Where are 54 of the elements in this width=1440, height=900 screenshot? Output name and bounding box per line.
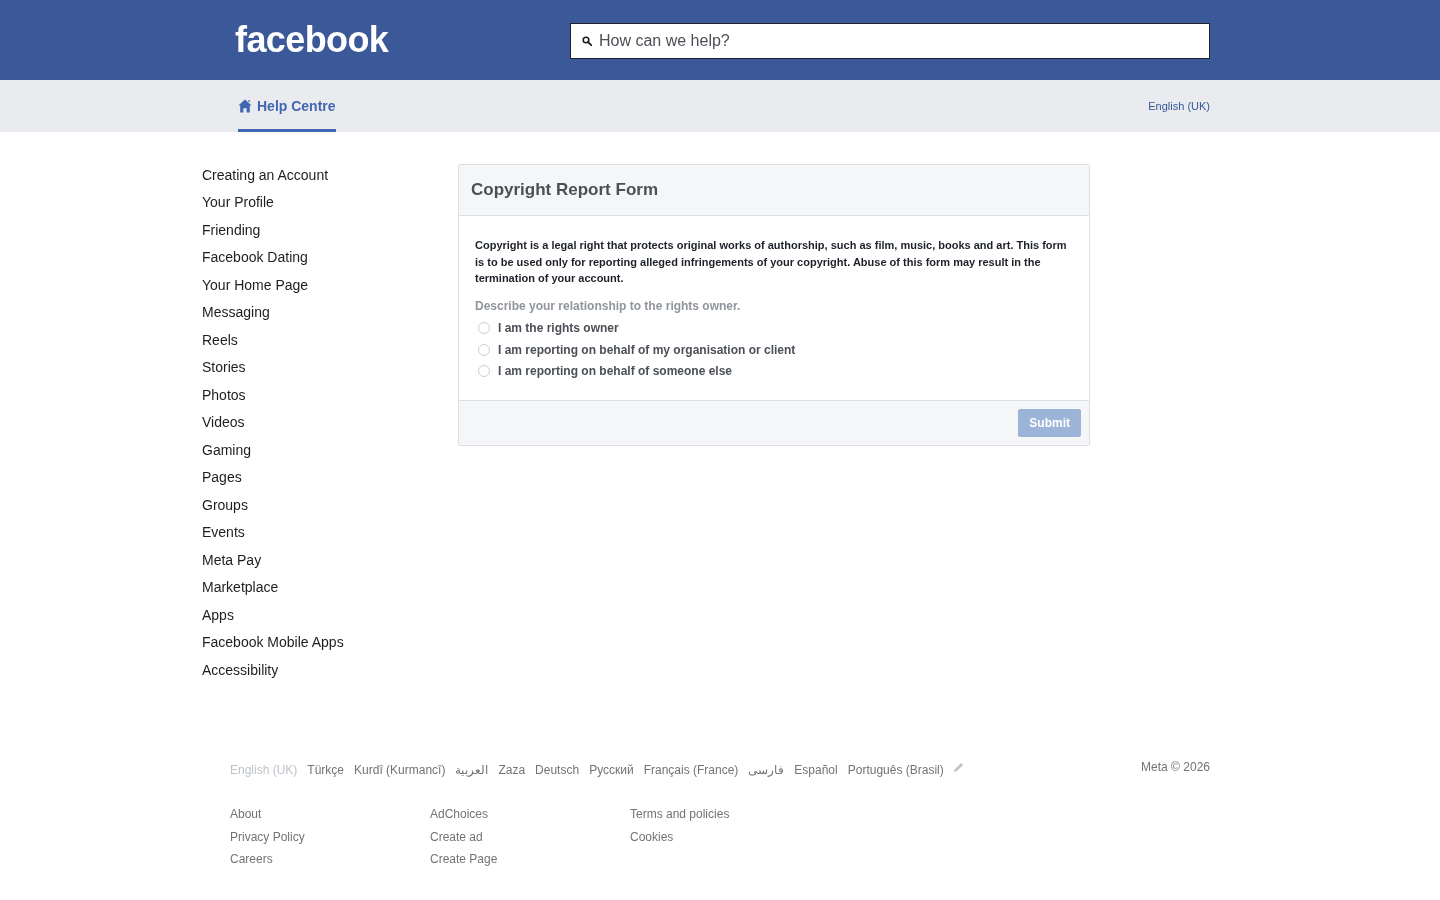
sidebar-item[interactable]: Apps — [202, 605, 234, 624]
language-link[interactable]: Русский — [589, 762, 634, 778]
sidebar-item[interactable]: Marketplace — [202, 578, 279, 597]
footer-link[interactable]: Create Page — [430, 851, 498, 867]
footer-link[interactable]: Create ad — [430, 828, 483, 845]
search-field[interactable]: How can we help? — [570, 23, 1210, 59]
footer-link[interactable]: Terms and policies — [630, 806, 730, 822]
sidebar-item[interactable]: Facebook Dating — [202, 248, 308, 267]
sidebar-item[interactable]: Photos — [202, 385, 246, 404]
house-icon — [238, 99, 252, 113]
intro-paragraph: Copyright is a legal right that protects original works of authorship, such as film, music, books and art. This form is to be used only for reporting alleged infringements of your copyright. Abuse of this form may result in the termination of your account. — [475, 238, 1068, 286]
radio-button[interactable] — [478, 343, 490, 356]
sidebar-item[interactable]: Your Home Page — [202, 275, 309, 294]
footer-link[interactable]: Careers — [230, 851, 273, 867]
language-link[interactable]: Français (France) — [643, 762, 739, 778]
sidebar-item[interactable]: Friending — [202, 220, 261, 239]
pencil-icon[interactable] — [953, 763, 963, 772]
footer-link[interactable]: Cookies — [630, 828, 674, 845]
language-link[interactable]: English (UK) — [1148, 100, 1210, 112]
sidebar-item[interactable]: Meta Pay — [202, 550, 262, 569]
copyright-text: Meta © 2026 — [1141, 759, 1210, 775]
sidebar-item[interactable]: Messaging — [202, 303, 270, 322]
sidebar-item[interactable]: Groups — [202, 495, 248, 514]
sidebar-item[interactable]: Events — [202, 523, 245, 542]
language-link[interactable]: Türkçe — [307, 762, 345, 778]
search-icon — [582, 36, 592, 46]
language-link[interactable]: فارسی — [748, 762, 785, 778]
help-centre-tab[interactable]: Help Centre — [238, 80, 336, 132]
language-link[interactable]: Español — [794, 762, 838, 778]
sidebar-item[interactable]: Videos — [202, 413, 245, 432]
radio-button[interactable] — [478, 322, 490, 335]
sidebar-item[interactable]: Facebook Mobile Apps — [202, 633, 344, 652]
language-link[interactable]: Zaza — [498, 762, 526, 778]
footer-link[interactable]: About — [230, 806, 262, 822]
language-link[interactable]: العربية — [455, 762, 489, 778]
language-link[interactable]: Português (Brasil) — [847, 762, 944, 778]
logo[interactable]: facebook — [235, 20, 389, 60]
option-label[interactable]: I am reporting on behalf of my organisation or client — [498, 341, 796, 358]
radio-button[interactable] — [478, 365, 490, 378]
sidebar-item[interactable]: Pages — [202, 468, 242, 487]
language-link[interactable]: Kurdî (Kurmancî) — [354, 762, 446, 778]
sidebar-item[interactable]: Gaming — [202, 440, 252, 459]
sidebar-item[interactable]: Your Profile — [202, 193, 274, 212]
footer-link[interactable]: Privacy Policy — [230, 828, 305, 845]
sidebar-item[interactable]: Reels — [202, 330, 238, 349]
footer-link[interactable]: AdChoices — [430, 806, 489, 822]
question-label: Describe your relationship to the rights owner. — [475, 297, 742, 314]
language-link[interactable]: Deutsch — [535, 762, 580, 778]
form-title: Copyright Report Form — [471, 180, 658, 200]
sidebar-item[interactable]: Accessibility — [202, 660, 279, 679]
option-label[interactable]: I am reporting on behalf of someone else — [498, 363, 733, 380]
option-label[interactable]: I am the rights owner — [498, 320, 619, 337]
sidebar-item[interactable]: Stories — [202, 358, 246, 377]
sidebar-item[interactable]: Creating an Account — [202, 165, 329, 184]
